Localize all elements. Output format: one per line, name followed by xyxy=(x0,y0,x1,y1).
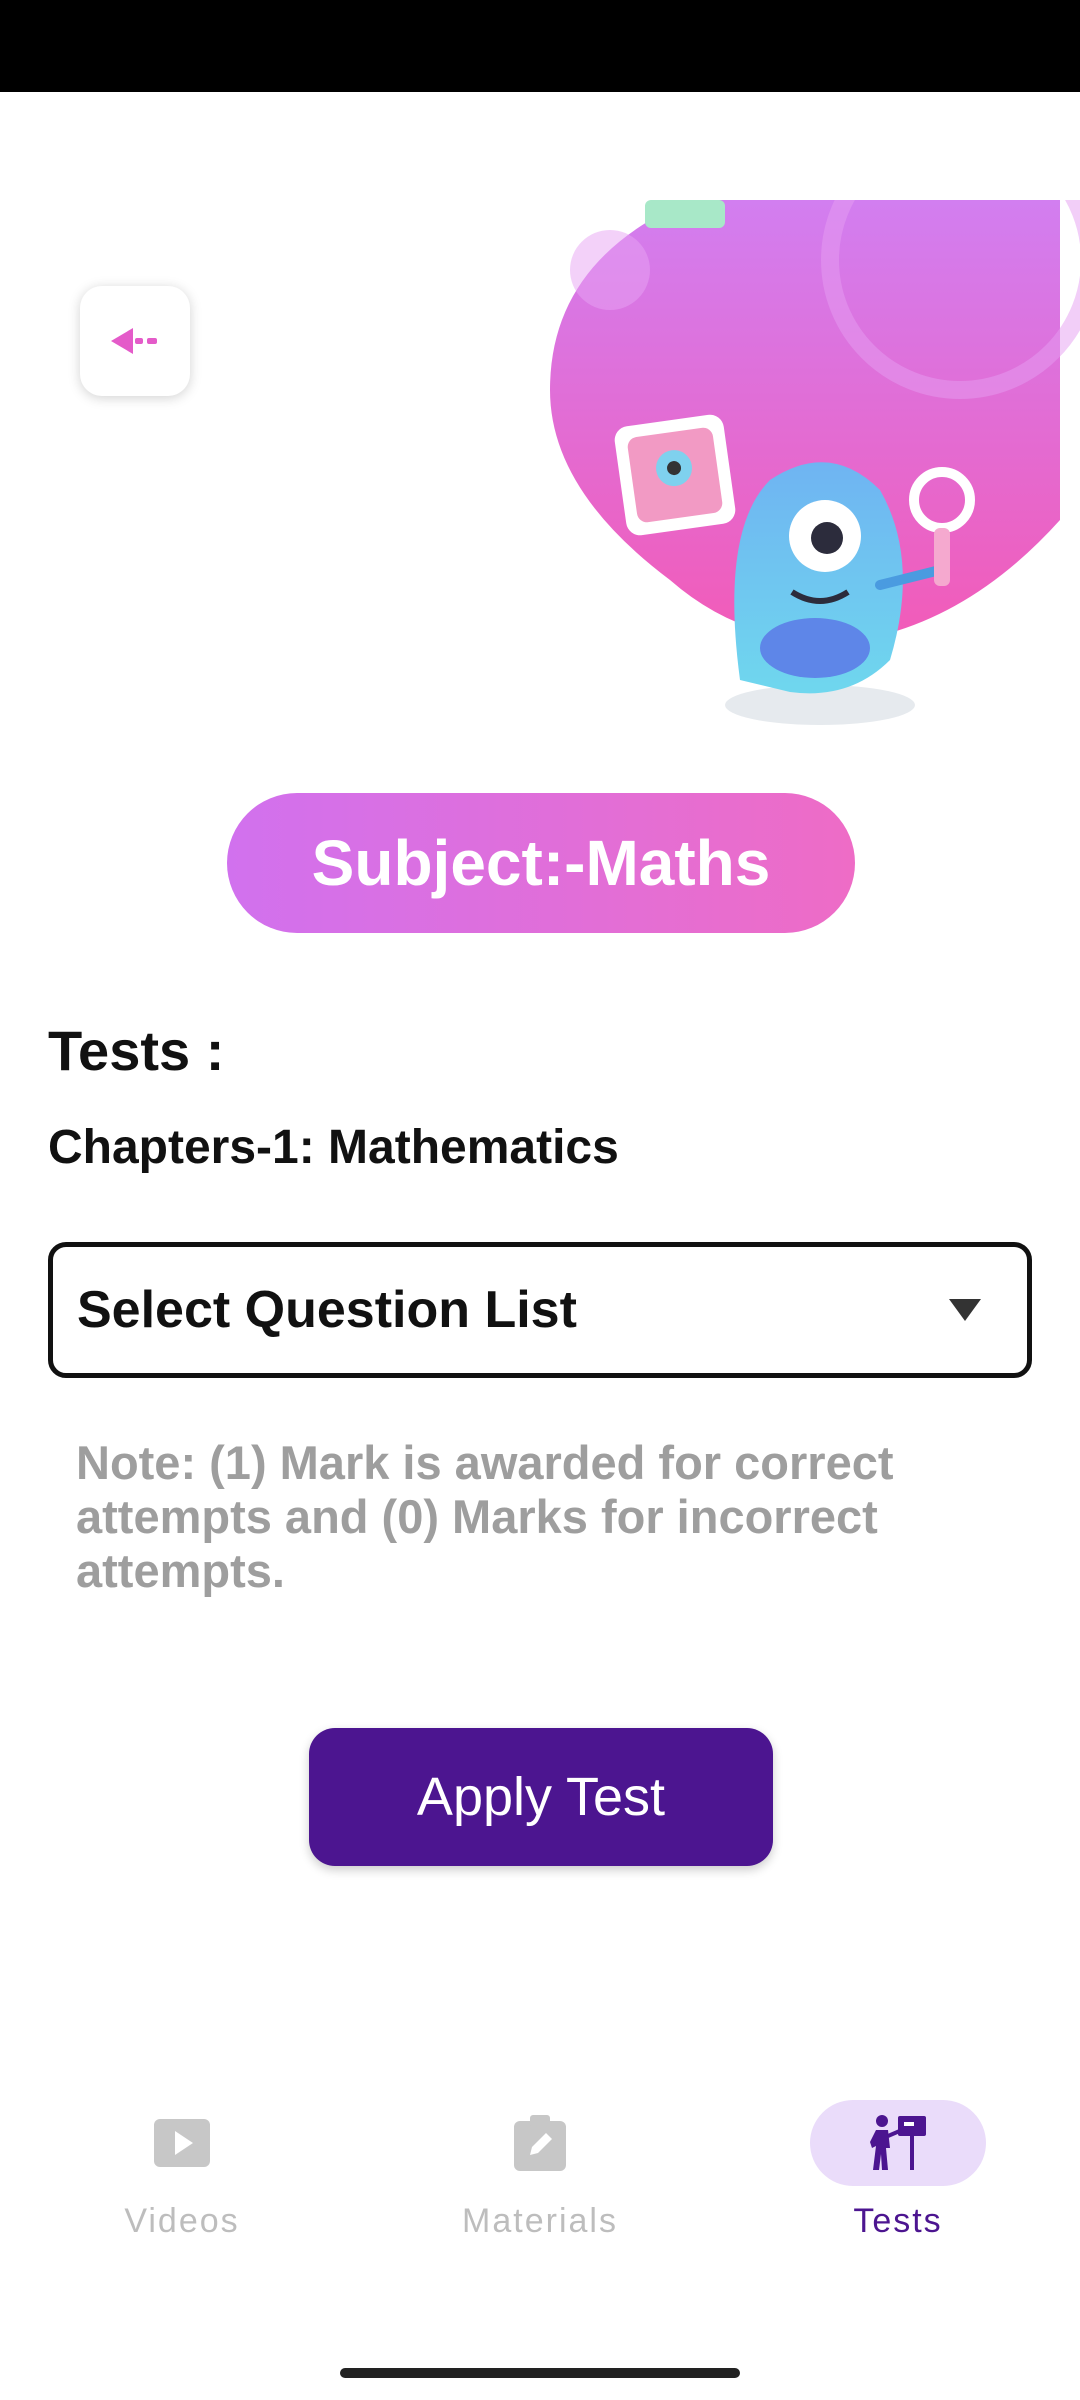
marking-note: Note: (1) Mark is awarded for correct at… xyxy=(76,1436,894,1597)
nav-item-materials[interactable]: Materials xyxy=(410,2080,670,2260)
apply-test-button[interactable]: Apply Test xyxy=(309,1728,773,1866)
home-indicator[interactable] xyxy=(340,2368,740,2378)
chapter-label: Chapters-1: Mathematics xyxy=(48,1121,619,1174)
status-bar xyxy=(0,0,1080,92)
nav-item-tests[interactable]: Tests xyxy=(768,2080,1028,2260)
teacher-board-icon xyxy=(870,2115,926,2170)
nav-label-videos: Videos xyxy=(124,2202,240,2240)
edit-note-icon xyxy=(514,2115,566,2171)
hero-illustration xyxy=(550,200,1080,725)
nav-item-videos[interactable]: Videos xyxy=(52,2080,312,2260)
video-play-icon xyxy=(154,2119,210,2167)
back-button[interactable] xyxy=(80,286,190,396)
back-arrow-icon xyxy=(111,328,157,354)
nav-label-tests: Tests xyxy=(853,2202,943,2240)
nav-label-materials: Materials xyxy=(462,2202,618,2240)
tests-heading: Tests : xyxy=(48,1019,225,1082)
subject-pill: Subject:-Maths xyxy=(227,793,855,933)
bottom-navigation: Videos Materials Tests xyxy=(0,2080,1080,2260)
question-list-dropdown[interactable]: Select Question List xyxy=(48,1242,1032,1378)
dropdown-value: Select Question List xyxy=(77,1281,577,1339)
dropdown-caret-icon xyxy=(949,1299,981,1321)
